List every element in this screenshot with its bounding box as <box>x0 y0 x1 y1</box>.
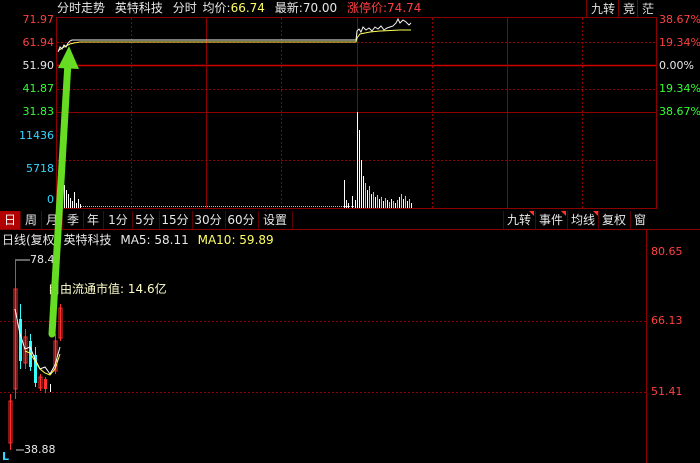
tab-month[interactable]: 月 <box>42 211 63 229</box>
period-tab-bar: 日 周 月 季 年 1分 5分 15分 30分 60分 设置 九转 事件 均线 … <box>0 211 700 229</box>
tab-quarter[interactable]: 季 <box>63 211 84 229</box>
nine-turn-tab-label: 九转 <box>507 213 532 227</box>
ma-tab[interactable]: 均线 <box>567 211 599 229</box>
tab-week[interactable]: 周 <box>21 211 42 229</box>
rights-adjust-tab-label: 复权 <box>602 213 627 227</box>
tab-1min[interactable]: 1分 <box>104 211 133 229</box>
window-tab-label: 窗 <box>634 213 647 227</box>
tab-settings[interactable]: 设置 <box>258 211 293 229</box>
rights-adjust-tab[interactable]: 复权 <box>598 211 629 229</box>
tab-60min[interactable]: 60分 <box>224 211 259 229</box>
candlesticks <box>8 259 63 450</box>
tab-30min[interactable]: 30分 <box>191 211 226 229</box>
volume-bars-left <box>58 166 81 208</box>
price-line <box>57 17 412 53</box>
tab-5min[interactable]: 5分 <box>131 211 160 229</box>
nine-turn-tab[interactable]: 九转 <box>503 211 535 229</box>
event-tab-label: 事件 <box>539 213 564 227</box>
tab-15min[interactable]: 15分 <box>158 211 193 229</box>
price-grid <box>57 42 656 161</box>
badge-triangle-icon <box>561 211 567 216</box>
kline-grid <box>0 321 646 393</box>
window-tab[interactable]: 窗 <box>630 211 649 229</box>
kline-chart[interactable] <box>0 229 700 463</box>
event-tab[interactable]: 事件 <box>535 211 567 229</box>
tab-day[interactable]: 日 <box>0 211 21 229</box>
tab-year[interactable]: 年 <box>83 211 104 229</box>
ma-tab-label: 均线 <box>571 213 596 227</box>
badge-triangle-icon <box>529 211 535 216</box>
intraday-chart[interactable] <box>0 0 700 211</box>
